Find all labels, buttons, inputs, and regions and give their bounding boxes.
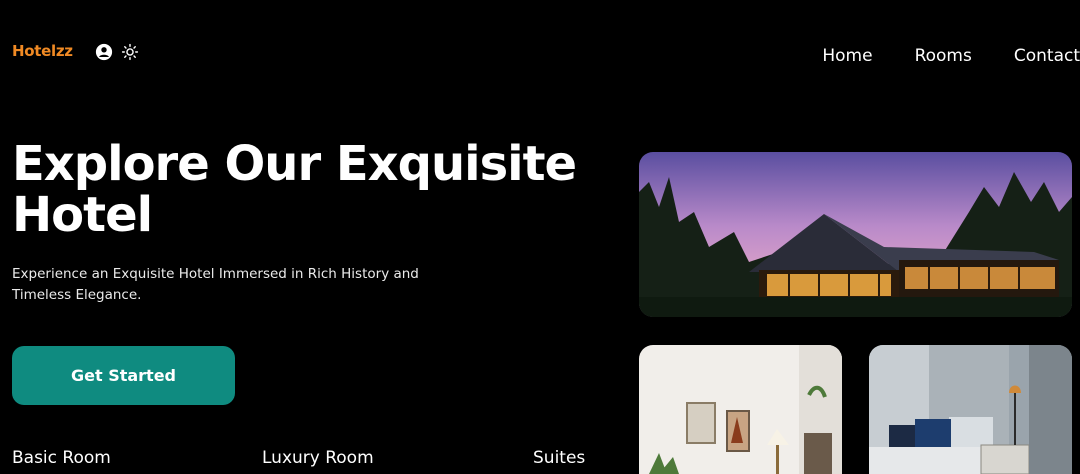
- nav-home[interactable]: Home: [822, 46, 872, 66]
- bedroom-image: [869, 345, 1072, 474]
- sun-icon[interactable]: [121, 43, 139, 61]
- hotel-exterior-image: [639, 152, 1072, 317]
- hero-subtitle: Experience an Exquisite Hotel Immersed i…: [12, 266, 419, 303]
- room-type-luxury[interactable]: Luxury Room: [262, 448, 374, 468]
- bright-room-image: [639, 345, 842, 474]
- room-type-basic[interactable]: Basic Room: [12, 448, 111, 468]
- logo[interactable]: Hotelzz: [12, 42, 73, 60]
- header-icons: [95, 43, 139, 61]
- user-circle-icon[interactable]: [95, 43, 113, 61]
- nav-contact[interactable]: Contact: [1014, 46, 1080, 66]
- nav-rooms[interactable]: Rooms: [915, 46, 972, 66]
- hero-title: Explore Our Exquisite Hotel: [12, 136, 577, 243]
- main-nav: Home Rooms Contact: [822, 46, 1080, 66]
- room-type-suites[interactable]: Suites: [533, 448, 585, 468]
- get-started-button[interactable]: Get Started: [12, 346, 235, 405]
